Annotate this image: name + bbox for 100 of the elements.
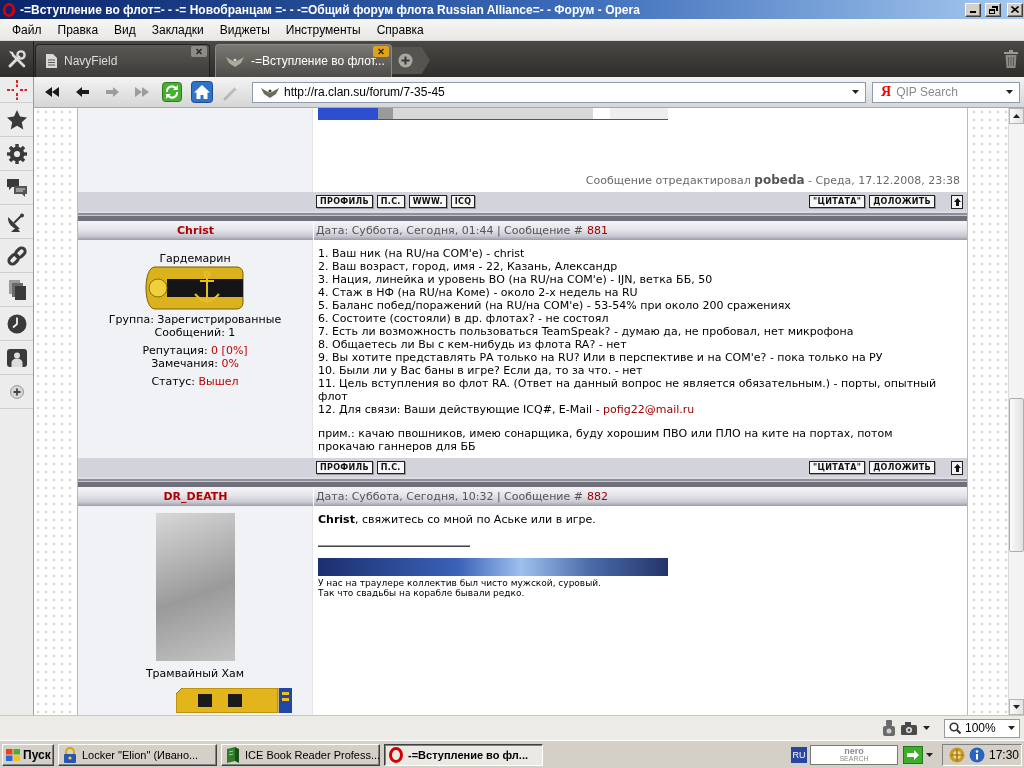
plus-icon (398, 53, 413, 68)
forum-button[interactable]: ПРОФИЛЬ (316, 461, 373, 474)
close-button[interactable] (1007, 2, 1023, 17)
forum-button[interactable]: "ЦИТАТА" (809, 461, 866, 474)
pages-icon[interactable] (6, 279, 27, 300)
forum-button[interactable]: WWW. (408, 195, 447, 208)
forum-button[interactable]: ICQ (450, 195, 476, 208)
o-logo-icon (2, 2, 16, 17)
info-icon[interactable] (969, 746, 985, 763)
book-icon (225, 746, 241, 763)
search-engine-logo: Я (881, 84, 892, 100)
minimize-button[interactable] (965, 2, 981, 17)
scroll-top-button[interactable] (951, 460, 963, 475)
chat-bubbles-icon[interactable] (6, 177, 27, 198)
flag-icon (6, 748, 20, 761)
signature-text: Так что свадьбы на корабле бывали редко. (318, 588, 525, 598)
author-link[interactable]: DR_DEATH (163, 490, 228, 503)
device-icon[interactable] (883, 720, 895, 736)
caret-icon[interactable] (852, 90, 859, 94)
caret-icon[interactable] (926, 752, 933, 757)
answer-line: 6. Состоите (состояли) в др. флотах? - не состоял (318, 312, 609, 325)
search-field[interactable]: Я QIP Search (872, 81, 1020, 103)
note-text: прим.: качаю пвошников, имею сонарщика, буду хорошим ПВО или ПЛО на ките на портах, потом прокачаю ганнеров для ББ (318, 427, 894, 453)
zoom-field[interactable]: 100% (944, 718, 1020, 738)
answer-line: 3. Нация, линейка и уровень ВО (на RU/на COM'e) - IJN, ветка ББ, 50 (318, 273, 713, 286)
caret-icon[interactable] (1006, 90, 1013, 94)
profile-value: 0 [0%] (211, 344, 248, 357)
menu-item[interactable]: Справка (368, 20, 432, 39)
gear-icon[interactable] (6, 143, 27, 164)
language-indicator[interactable]: RU (791, 746, 807, 763)
forum-button[interactable]: ПРОФИЛЬ (316, 195, 373, 208)
profile-label: Группа: Зарегистрированные (108, 313, 282, 326)
answer-line: 4. Стаж в НФ (на RU/на Коме) - около 2-х недель на RU (318, 286, 638, 299)
post-number-link[interactable]: 881 (586, 224, 608, 237)
forum-button[interactable]: П.С. (376, 195, 405, 208)
scroll-top-button[interactable] (951, 194, 963, 209)
caret-icon[interactable] (923, 726, 930, 730)
menu-item[interactable]: Вид (106, 20, 144, 39)
profile-label: Сообщений: 1 (154, 326, 236, 339)
crosshair-icon[interactable] (6, 79, 27, 100)
taskbar-button[interactable]: ICE Book Reader Profess... (221, 743, 380, 766)
new-tab-button[interactable] (392, 47, 430, 74)
author-link[interactable]: Christ (177, 224, 214, 237)
signature-text: У нас на траулере коллектив был чисто мужской, суровый. (318, 578, 601, 588)
menu-item[interactable]: Правка (49, 20, 107, 39)
tab[interactable]: -=Вступление во флот... (215, 44, 392, 77)
star-icon[interactable] (6, 109, 27, 130)
close-icon[interactable] (191, 46, 207, 57)
rank-badge-icon (176, 688, 292, 713)
trash-icon[interactable] (1004, 50, 1018, 68)
satellite-dish-icon[interactable] (6, 211, 27, 232)
clock: 17:30 (989, 747, 1020, 762)
back-icon[interactable] (75, 87, 89, 97)
taskbar-button[interactable]: Locker "Elion" (Ивано... (58, 743, 217, 766)
up-arrow-icon (953, 463, 961, 472)
scroll-up-button[interactable] (1009, 108, 1024, 124)
rewind-icon[interactable] (45, 87, 59, 97)
scrollbar[interactable] (1008, 108, 1024, 715)
close-icon[interactable] (373, 46, 389, 57)
epaulette-icon (145, 265, 245, 311)
start-button[interactable]: Пуск (2, 743, 54, 766)
answer-line: 1. Ваш ник (на RU/на COM'e) - christ (318, 247, 525, 260)
profile-label: Репутация: (142, 344, 208, 357)
scroll-down-button[interactable] (1009, 699, 1024, 715)
crossed-tools-icon[interactable] (6, 49, 27, 69)
tab[interactable]: NavyField (35, 44, 210, 77)
forum-button[interactable]: П.С. (376, 461, 405, 474)
reload-icon[interactable] (162, 82, 182, 102)
answer-line: 11. Цель вступления во флот RA. (Ответ на данный вопрос не является обязательным.) - порты, опытный флот (318, 377, 938, 403)
up-triangle-icon (1013, 114, 1020, 118)
scrollbar-thumb[interactable] (1009, 398, 1024, 552)
menu-item[interactable]: Инструменты (277, 20, 369, 39)
minimize-icon (970, 10, 976, 13)
answer-line: 2. Ваш возраст, город, имя - 22, Казань, Александр (318, 260, 618, 273)
plus-icon[interactable] (9, 384, 24, 399)
app-icon[interactable] (949, 746, 965, 763)
menu-item[interactable]: Закладки (143, 20, 212, 39)
answer-line: 12. Для связи: Ваши действующие ICQ#, E-Mail - pofig22@mail.ru (318, 403, 695, 416)
magnifier-icon (949, 722, 961, 734)
forum-button[interactable]: "ЦИТАТА" (809, 195, 866, 208)
forum-button[interactable]: ДОЛОЖИТЬ (869, 195, 935, 208)
person-tile-icon[interactable] (6, 347, 27, 368)
message-text: Christ, свяжитесь со мной по Аське или в игре. (318, 513, 596, 526)
window-title: -=Вступление во флот=- - -= Новобранцам =- - -=Общий форум флота Russian Alliance=- - Форум - Opera (20, 2, 641, 17)
email-link[interactable]: pofig22@mail.ru (603, 403, 695, 416)
home-icon[interactable] (191, 81, 213, 103)
post-number-link[interactable]: 882 (586, 490, 608, 503)
taskbar-button[interactable]: -=Вступление во фл... (384, 743, 543, 766)
maximize-button[interactable] (985, 2, 1001, 17)
menu-item[interactable]: Файл (4, 20, 50, 39)
right-arrow-icon (907, 749, 919, 760)
caret-icon[interactable] (1008, 726, 1015, 730)
clock-icon[interactable] (6, 313, 27, 334)
menu-item[interactable]: Виджеты (211, 20, 278, 39)
link-icon[interactable] (6, 245, 27, 266)
forum-button[interactable]: ДОЛОЖИТЬ (869, 461, 935, 474)
address-field[interactable]: http://ra.clan.su/forum/7-35-45 (252, 81, 866, 103)
restore-icon (988, 5, 998, 14)
go-button[interactable] (903, 745, 923, 764)
camera-icon[interactable] (901, 721, 917, 735)
